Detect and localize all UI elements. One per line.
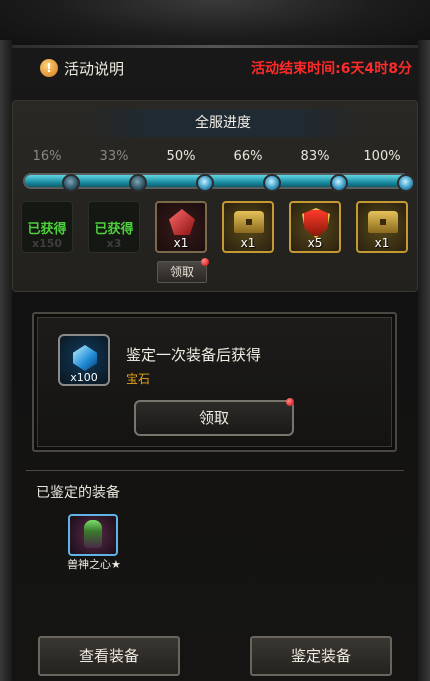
reward-slot[interactable]: x1 [155,201,207,253]
progress-node [62,174,80,192]
identify-reward-qty: x100 [70,371,98,384]
notification-dot [201,258,209,266]
reward-slot[interactable]: x1 [222,201,274,253]
percent-label: 16% [32,149,62,164]
reward-slot[interactable]: x1 [356,201,408,253]
right-border [418,40,430,681]
identified-equipment-name: 兽神之心★ [67,558,121,571]
activity-info-label: 活动说明 [64,59,125,78]
divider [26,470,404,471]
percent-label: 50% [166,149,196,164]
identified-equipment-label: 已鉴定的装备 [36,485,120,501]
progress-bar [23,173,410,189]
progress-bar-fill [25,175,408,187]
exclamation-icon: ! [40,59,58,77]
identified-equipment-slot[interactable] [68,514,118,556]
reward-qty: x1 [374,236,390,250]
progress-node [330,174,348,192]
claim-button[interactable]: 领取 [134,400,294,436]
claimed-label: 已获得 [27,221,67,237]
identify-reward-card: x100 鉴定一次装备后获得 宝石 领取 [32,312,397,452]
red-gem-icon [169,209,195,235]
reward-qty: x5 [307,236,323,250]
identify-reward-subtitle: 宝石 [126,372,151,386]
percent-labels: 16% 33% 50% 66% 83% 100% [13,149,417,165]
percent-label: 33% [99,149,129,164]
left-border [0,40,12,681]
activity-info-button[interactable]: ! 活动说明 [40,58,124,79]
progress-node [397,174,415,192]
identify-equipment-button[interactable]: 鉴定装备 [250,636,392,676]
reward-qty: x1 [240,236,256,250]
identify-reward-title: 鉴定一次装备后获得 [126,346,262,364]
reward-row: 已获得 x150 已获得 x3 x1 x1 x5 x1 [13,201,417,261]
progress-title: 全服进度 [83,109,363,137]
beast-heart-icon [84,520,102,548]
reward-slot-claimed[interactable]: 已获得 x3 [88,201,140,253]
server-progress-panel: 全服进度 16% 33% 50% 66% 83% 100% 已获得 x150 已… [12,100,418,292]
top-ornament [0,0,430,48]
header: ! 活动说明 活动结束时间:6天4时8分 [40,55,412,81]
shield-emblem-icon [302,208,330,238]
reward-qty: x150 [31,237,63,250]
percent-label: 100% [363,149,401,164]
claimed-label: 已获得 [94,221,134,237]
percent-label: 83% [300,149,330,164]
progress-node [129,174,147,192]
reward-qty: x1 [173,236,189,250]
reward-slot[interactable]: x5 [289,201,341,253]
claim-reward-button[interactable]: 领取 [157,261,207,283]
reward-slot-claimed[interactable]: 已获得 x150 [21,201,73,253]
treasure-chest-icon [368,211,398,233]
notification-dot [286,398,294,406]
blue-crystal-icon [73,345,97,371]
reward-qty: x3 [106,237,122,250]
countdown-text: 活动结束时间:6天4时8分 [251,61,412,77]
percent-label: 66% [233,149,263,164]
progress-node [196,174,214,192]
view-equipment-button[interactable]: 查看装备 [38,636,180,676]
identify-reward-item[interactable]: x100 [58,334,110,386]
progress-node [263,174,281,192]
treasure-chest-icon [234,211,264,233]
